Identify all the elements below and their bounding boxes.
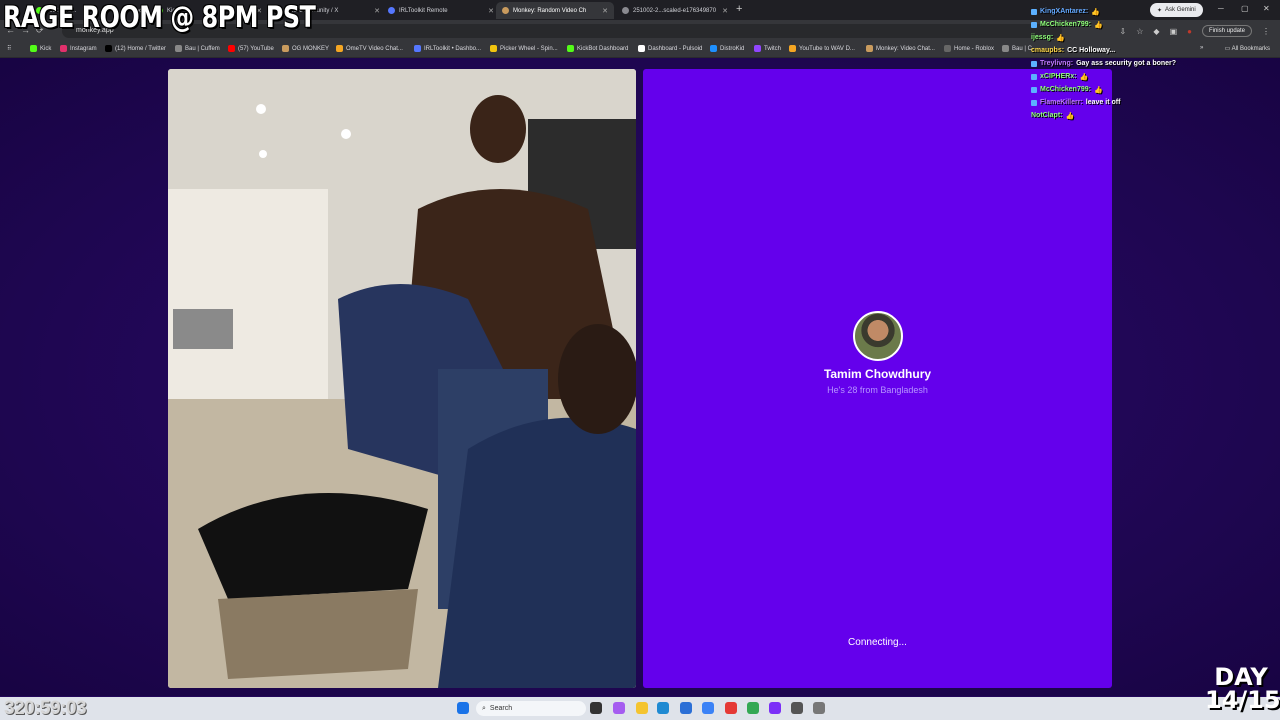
youtube-icon: [228, 45, 235, 52]
taskbar-search[interactable]: ⌕ Search: [476, 701, 586, 716]
bookmark-item[interactable]: (57) YouTube: [228, 45, 274, 52]
chat-message: cmaupbs: CC Holloway...: [1031, 47, 1116, 54]
ometv-icon: [336, 45, 343, 52]
peer-name: Tamim Chowdhury: [823, 367, 932, 381]
badge-icon: [1031, 99, 1037, 106]
stream-chat: KingXAntarez: 👍 McChicken799: 👍 ijessg: 👍 c…: [1031, 5, 1231, 122]
browser-tab[interactable]: IRLToolkit Remote ✕: [382, 2, 500, 19]
maximize-icon[interactable]: ▢: [1241, 4, 1249, 13]
copilot-icon[interactable]: [613, 702, 625, 714]
bau-icon: [1002, 45, 1009, 52]
bookmark-item[interactable]: Home - Roblox: [944, 45, 994, 52]
peer-info: He's 28 from Bangladesh: [827, 385, 928, 395]
picker-wheel-icon: [490, 45, 497, 52]
peer-video-panel: Tamim Chowdhury He's 28 from Bangladesh …: [643, 69, 1112, 688]
bookmark-item[interactable]: (12) Home / Twitter: [105, 45, 166, 52]
distrokid-icon: [710, 45, 717, 52]
monkey-icon: [502, 7, 509, 14]
chat-message: McChicken799: 👍: [1031, 18, 1231, 31]
new-tab-button[interactable]: +: [736, 3, 742, 15]
kickbot-icon: [567, 45, 574, 52]
bookmark-item[interactable]: Bau | C: [1002, 45, 1032, 52]
irltoolkit-icon: [388, 7, 395, 14]
app-icon[interactable]: [725, 702, 737, 714]
bookmark-item[interactable]: Dashboard - Pulsoid: [638, 45, 702, 52]
chat-message: xCIPHERx: 👍: [1031, 70, 1231, 83]
bau-icon: [175, 45, 182, 52]
browser-tab-active[interactable]: Monkey: Random Video Ch ✕: [496, 2, 614, 19]
irltoolkit-icon: [414, 45, 421, 52]
x-icon: [105, 45, 112, 52]
badge-icon: [1031, 73, 1037, 80]
app-icon[interactable]: [791, 702, 803, 714]
chat-message: KingXAntarez: 👍: [1031, 5, 1231, 18]
monkey-icon: [866, 45, 873, 52]
twitch-icon: [754, 45, 761, 52]
badge-icon: [1031, 21, 1037, 28]
roblox-icon: [944, 45, 951, 52]
close-tab-icon[interactable]: ✕: [488, 7, 494, 15]
start-icon[interactable]: [457, 702, 469, 714]
app-icon[interactable]: [702, 702, 714, 714]
app-icon[interactable]: [769, 702, 781, 714]
stream-timer: 320:59:03: [4, 698, 87, 719]
bookmark-item[interactable]: Kick: [30, 45, 51, 52]
badge-icon: [1031, 60, 1037, 67]
pulsoid-icon: [638, 45, 645, 52]
close-window-icon[interactable]: ✕: [1263, 4, 1270, 13]
bookmark-item[interactable]: Picker Wheel - Spin...: [490, 45, 558, 52]
close-tab-icon[interactable]: ✕: [722, 7, 728, 15]
edge-icon[interactable]: [657, 702, 669, 714]
youtube-wav-icon: [789, 45, 796, 52]
task-view-icon[interactable]: [590, 702, 602, 714]
chat-message: McChicken799: 👍: [1031, 83, 1231, 96]
chat-message: Treylivng: Gay ass security got a boner?: [1031, 57, 1231, 70]
badge-icon: [1031, 86, 1037, 93]
close-tab-icon[interactable]: ✕: [374, 7, 380, 15]
connection-status: Connecting...: [848, 637, 907, 648]
monkey-icon: [282, 45, 289, 52]
image-icon: [622, 7, 629, 14]
bookmark-item[interactable]: KickBot Dashboard: [567, 45, 628, 52]
badge-icon: [1031, 8, 1037, 15]
chrome-icon[interactable]: [747, 702, 759, 714]
kebab-menu-icon[interactable]: ⋮: [1262, 27, 1270, 36]
windows-taskbar: ⌕ Search: [0, 697, 1280, 720]
day-counter: DAY 14/15: [1205, 663, 1280, 714]
chat-message: NotClapt: 👍: [1031, 112, 1075, 120]
search-icon: ⌕: [482, 704, 486, 712]
bookmark-item[interactable]: Twitch: [754, 45, 781, 52]
self-video-feed: [168, 69, 636, 688]
peer-avatar: [853, 311, 903, 361]
bookmark-item[interactable]: Instagram: [60, 45, 97, 52]
settings-icon[interactable]: [813, 702, 825, 714]
store-icon[interactable]: [680, 702, 692, 714]
bookmark-item[interactable]: Bau | Cuffem: [175, 45, 220, 52]
stream-title: RAGE ROOM @ 8PM PST: [3, 0, 316, 34]
chat-message: FlameKillerr: leave it off: [1031, 96, 1231, 109]
browser-tab[interactable]: 251002-2...scaled-e176349870 ✕: [616, 2, 734, 19]
instagram-icon: [60, 45, 67, 52]
bookmark-item[interactable]: IRLToolkit • Dashbo...: [414, 45, 481, 52]
camera-scene: [168, 69, 636, 688]
all-bookmarks-button[interactable]: ▭ All Bookmarks: [1225, 45, 1270, 52]
bookmark-item[interactable]: OG MONKEY: [282, 45, 329, 52]
apps-icon[interactable]: ⠿: [7, 45, 11, 52]
bookmark-item[interactable]: Monkey: Video Chat...: [866, 45, 935, 52]
bookmark-item[interactable]: YouTube to WAV D...: [789, 45, 855, 52]
bookmark-item[interactable]: DistroKid: [710, 45, 744, 52]
kick-icon: [30, 45, 37, 52]
close-tab-icon[interactable]: ✕: [602, 7, 608, 15]
file-explorer-icon[interactable]: [636, 702, 648, 714]
chat-message: ijessg: 👍: [1031, 34, 1065, 42]
bookmark-item[interactable]: OmeTV Video Chat...: [336, 45, 403, 52]
